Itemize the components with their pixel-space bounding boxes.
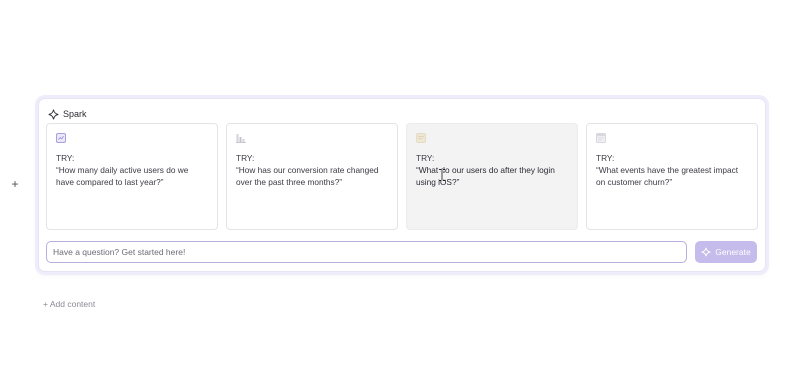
- suggestion-card-customer-churn[interactable]: TRY: “What events have the greatest impa…: [586, 123, 758, 230]
- add-content-link[interactable]: + Add content: [43, 299, 95, 309]
- suggestion-card-conversion-rate[interactable]: TRY: “How has our conversion rate change…: [226, 123, 398, 230]
- page: + Spark TRY: “How many daily active user…: [0, 0, 800, 378]
- question-input-row: Generate: [46, 241, 757, 263]
- suggestion-card-daily-active-users[interactable]: TRY: “How many daily active users do we …: [46, 123, 218, 230]
- card-prompt: “What do our users do after they login u…: [416, 165, 555, 187]
- table-icon: [596, 133, 606, 143]
- spark-header: Spark: [48, 107, 87, 121]
- card-prompt: “How has our conversion rate changed ove…: [236, 165, 379, 187]
- chart-icon: [56, 133, 66, 143]
- card-try-label: TRY:: [416, 153, 435, 163]
- spark-panel: Spark TRY: “How many daily active users …: [38, 98, 766, 272]
- card-try-label: TRY:: [596, 153, 615, 163]
- card-try-label: TRY:: [56, 153, 75, 163]
- add-block-plus-icon[interactable]: +: [10, 178, 20, 190]
- card-prompt: “What events have the greatest impact on…: [596, 165, 739, 187]
- suggestion-card-users-after-login[interactable]: TRY: “What do our users do after they lo…: [406, 123, 578, 230]
- document-icon: [416, 133, 426, 143]
- sparkle-icon: [701, 247, 711, 257]
- generate-button[interactable]: Generate: [695, 241, 757, 263]
- card-try-label: TRY:: [236, 153, 255, 163]
- spark-title: Spark: [63, 109, 87, 119]
- generate-label: Generate: [715, 247, 751, 257]
- suggestion-cards: TRY: “How many daily active users do we …: [46, 123, 758, 230]
- sparkle-icon: [48, 109, 59, 120]
- bar-chart-icon: [236, 134, 246, 143]
- card-prompt: “How many daily active users do we have …: [56, 165, 189, 187]
- question-input[interactable]: [46, 241, 687, 263]
